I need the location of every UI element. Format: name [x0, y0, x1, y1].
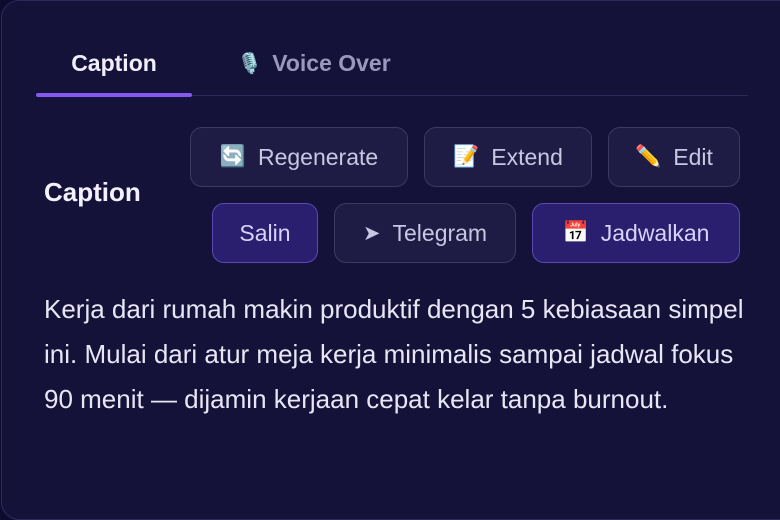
- pencil-icon: ✏️: [635, 145, 662, 168]
- tab-caption[interactable]: Caption: [36, 31, 192, 97]
- schedule-button-label: Jadwalkan: [600, 219, 710, 246]
- tab-caption-label: Caption: [71, 49, 157, 76]
- extend-button[interactable]: 📝 Extend: [424, 127, 592, 187]
- memo-icon: 📝: [453, 145, 480, 168]
- copy-button[interactable]: Salin: [212, 203, 318, 263]
- caption-text: Kerja dari rumah makin produktif dengan …: [44, 294, 744, 414]
- edit-button[interactable]: ✏️ Edit: [608, 127, 740, 187]
- section-title: Caption: [44, 177, 141, 207]
- refresh-icon: 🔄: [219, 145, 246, 168]
- tab-voice-over[interactable]: 🎙️ Voice Over: [230, 31, 398, 95]
- regenerate-button-label: Regenerate: [257, 143, 379, 170]
- calendar-icon: 📅: [562, 221, 589, 244]
- edit-button-label: Edit: [673, 143, 713, 170]
- caption-panel: Caption 🎙️ Voice Over Caption 🔄 Regenera…: [1, 0, 780, 520]
- telegram-button-label: Telegram: [392, 219, 488, 246]
- copy-button-label: Salin: [239, 219, 291, 246]
- tab-voice-over-label: Voice Over: [272, 49, 391, 76]
- telegram-button[interactable]: ➤ Telegram: [334, 203, 516, 263]
- send-arrow-icon: ➤: [362, 221, 381, 245]
- regenerate-button[interactable]: 🔄 Regenerate: [190, 127, 408, 187]
- microphone-icon: 🎙️: [237, 52, 263, 75]
- schedule-button[interactable]: 📅 Jadwalkan: [532, 203, 740, 263]
- extend-button-label: Extend: [491, 143, 563, 170]
- tab-bar: Caption 🎙️ Voice Over: [36, 31, 748, 97]
